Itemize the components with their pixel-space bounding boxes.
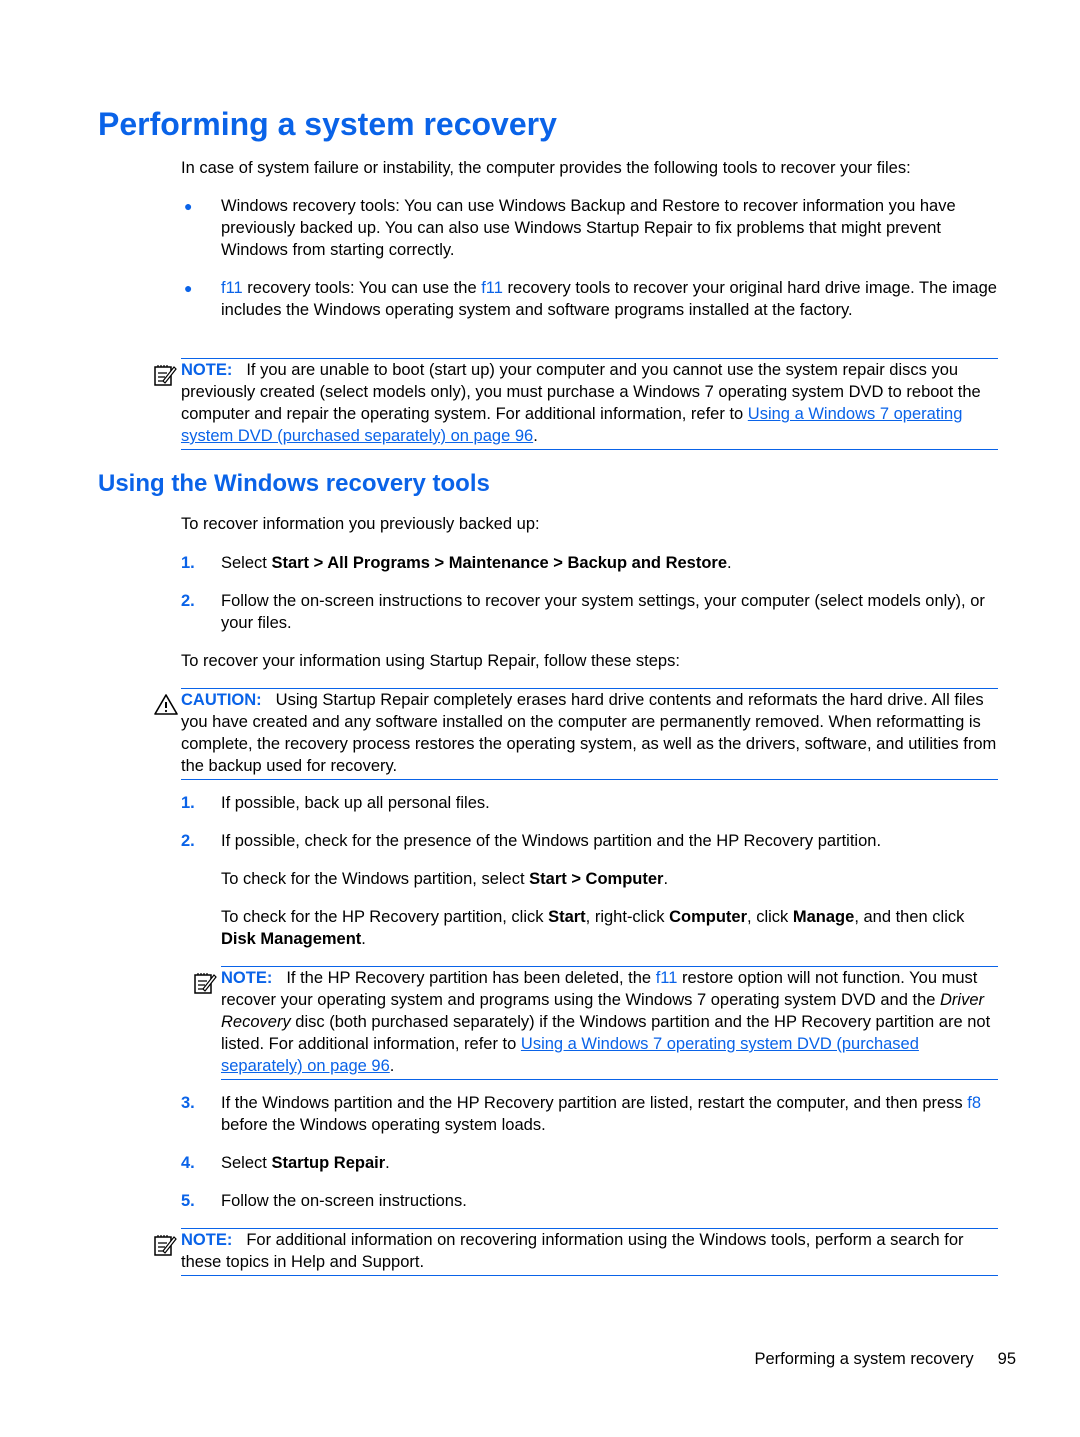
note-label: NOTE: (181, 1231, 233, 1249)
bullet-text: f11 recovery tools: You can use the f11 … (221, 279, 997, 319)
bullet-icon: ● (184, 198, 193, 214)
step-backup-1: 1. Select Start > All Programs > Mainten… (181, 554, 732, 572)
backup-intro: To recover information you previously ba… (181, 515, 540, 533)
intro-paragraph: In case of system failure or instability… (181, 159, 911, 177)
note-icon (154, 1235, 177, 1256)
section-title: Using the Windows recovery tools (98, 470, 490, 497)
step-number: 2. (181, 832, 195, 850)
note-text: NOTE: If you are unable to boot (start up… (181, 361, 981, 445)
page-title: Performing a system recovery (98, 106, 557, 142)
note-label: NOTE: (221, 969, 273, 987)
menu-path: Start > All Programs > Maintenance > Bac… (271, 554, 728, 572)
note-label: NOTE: (181, 361, 233, 379)
note-icon (154, 365, 177, 386)
key-f11: f11 (655, 969, 678, 987)
note-box-partition-deleted: NOTE: If the HP Recovery partition has be… (221, 966, 998, 1080)
step-2-sub-windows-partition: To check for the Windows partition, sele… (221, 870, 669, 888)
step-startup-3: 3. If the Windows partition and the HP R… (181, 1094, 982, 1134)
caution-icon (154, 694, 178, 715)
startup-intro: To recover your information using Startu… (181, 652, 680, 670)
caution-box: CAUTION: Using Startup Repair completely … (181, 688, 998, 780)
note-icon (194, 973, 217, 994)
step-number: 5. (181, 1192, 195, 1210)
footer-section-title: Performing a system recovery (754, 1350, 974, 1368)
step-startup-5: 5. Follow the on-screen instructions. (181, 1192, 467, 1210)
step-startup-2: 2. If possible, check for the presence o… (181, 832, 882, 850)
bullet-icon: ● (184, 280, 193, 296)
step-number: 2. (181, 592, 195, 610)
key-f11: f11 (481, 279, 503, 297)
key-f11: f11 (221, 279, 243, 297)
key-f8: f8 (967, 1094, 982, 1112)
step-backup-2: 2. Follow the on-screen instructions to … (181, 592, 985, 632)
step-number: 4. (181, 1154, 195, 1172)
bullet-windows-recovery-tools: ● Windows recovery tools: You can use Wi… (181, 195, 1001, 261)
note-box-help-support: NOTE: For additional information on recov… (181, 1228, 998, 1276)
step-number: 1. (181, 554, 195, 572)
page-footer: Performing a system recovery 95 (754, 1348, 1016, 1370)
bullet-f11-recovery-tools: ● f11 recovery tools: You can use the f1… (181, 277, 1001, 321)
step-number: 1. (181, 794, 195, 812)
step-startup-4: 4. Select Startup Repair. (181, 1154, 390, 1172)
bullet-text: Windows recovery tools: You can use Wind… (221, 197, 956, 259)
page-number: 95 (997, 1350, 1016, 1368)
step-2-sub-hp-partition: To check for the HP Recovery partition, … (221, 908, 965, 948)
caution-label: CAUTION: (181, 691, 262, 709)
step-startup-1: 1. If possible, back up all personal fil… (181, 794, 490, 812)
step-number: 3. (181, 1094, 195, 1112)
note-box-boot: NOTE: If you are unable to boot (start up… (181, 358, 998, 450)
